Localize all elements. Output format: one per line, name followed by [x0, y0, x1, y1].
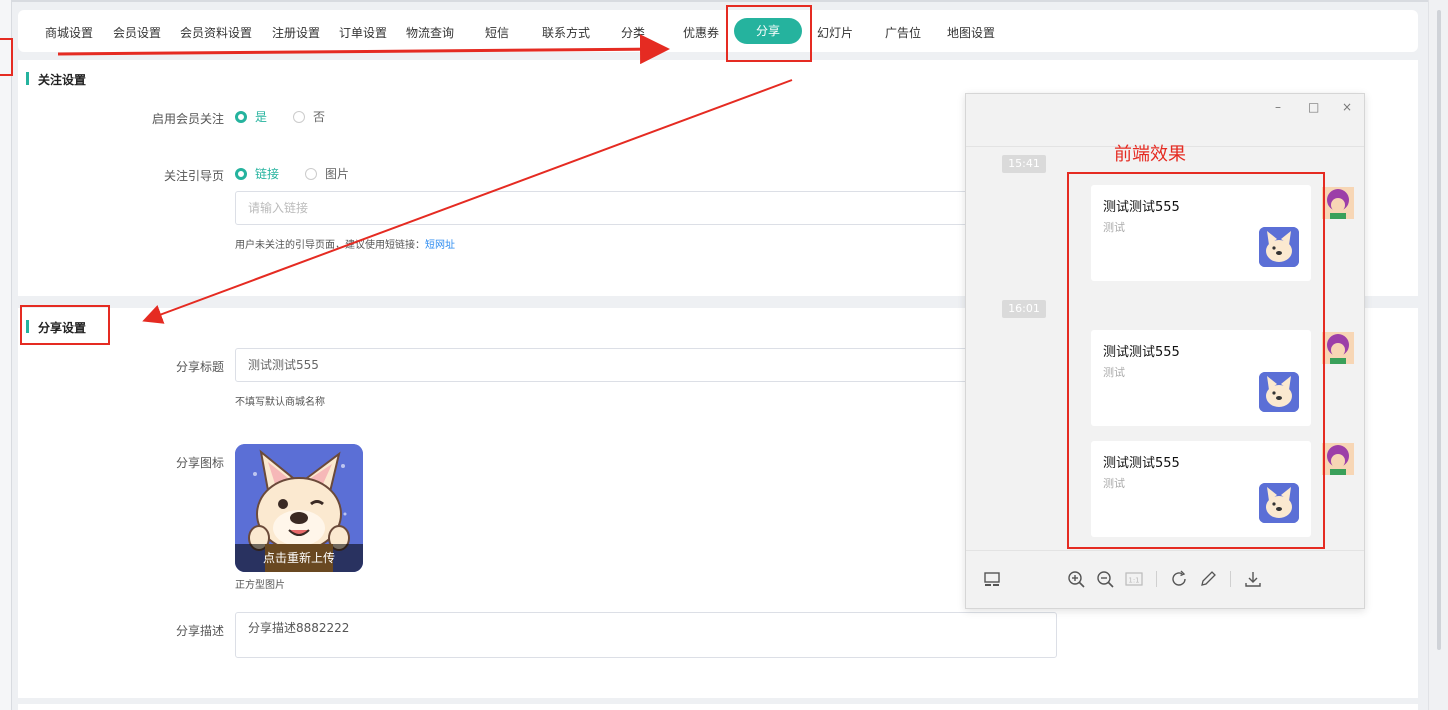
radio-dot [235, 167, 247, 180]
guide-link-hint: 用户未关注的引导页面，建议使用短链接：短网址 [235, 236, 455, 251]
download-icon[interactable] [1243, 569, 1263, 589]
tab-logistics[interactable]: 物流查询 [406, 24, 454, 41]
scrollbar-thumb[interactable] [1437, 10, 1441, 650]
share-title-hint: 不填写默认商城名称 [235, 397, 325, 408]
share-icon-hint: 正方型图片 [235, 580, 285, 591]
tab-register-settings[interactable]: 注册设置 [272, 24, 320, 41]
annotation-box-share-settings [20, 305, 110, 345]
edit-pencil-icon[interactable] [1198, 569, 1218, 589]
rotate-icon[interactable] [1169, 569, 1189, 589]
tab-member-profile-settings[interactable]: 会员资料设置 [180, 24, 252, 41]
radio-dot [305, 167, 317, 180]
share-title-label: 分享标题 [175, 360, 224, 374]
page-scrollbar[interactable] [1428, 0, 1448, 710]
close-button[interactable]: × [1342, 100, 1352, 114]
chat-timestamp: 15:41 [1002, 155, 1046, 173]
user-avatar [1322, 332, 1354, 364]
radio-label: 图片 [325, 167, 350, 181]
top-border [12, 0, 1448, 2]
enable-follow-yes-radio[interactable]: 是 [235, 108, 267, 125]
radio-label: 否 [313, 110, 326, 124]
guide-image-radio[interactable]: 图片 [305, 165, 349, 182]
tab-mall-settings[interactable]: 商城设置 [45, 24, 93, 41]
radio-label: 是 [255, 110, 268, 124]
share-icon-label: 分享图标 [175, 456, 224, 470]
next-panel [18, 704, 1418, 710]
image-viewer-window: – □ × 15:41 16:01 测试测试555 测试 测试测试555 测试 … [965, 93, 1365, 609]
tab-contact[interactable]: 联系方式 [542, 24, 590, 41]
annotation-box-share-tab [726, 5, 812, 62]
enable-follow-label: 启用会员关注 [151, 112, 224, 126]
toolbar-divider [1156, 571, 1157, 587]
share-icon-upload[interactable]: 点击重新上传 [235, 444, 363, 572]
annotation-box-preview [1067, 172, 1325, 549]
radio-dot [293, 110, 305, 123]
tab-coupon[interactable]: 优惠券 [683, 24, 719, 41]
frontend-effect-annotation: 前端效果 [1114, 144, 1186, 165]
guide-link-input[interactable]: 请输入链接 [235, 191, 995, 225]
follow-section-title: 关注设置 [26, 71, 86, 88]
viewer-titlebar[interactable]: – □ × [966, 94, 1364, 146]
tab-slideshow[interactable]: 幻灯片 [817, 24, 853, 41]
radio-label: 链接 [255, 167, 280, 181]
settings-tab-bar: 商城设置 会员设置 会员资料设置 注册设置 订单设置 物流查询 短信 联系方式 … [18, 10, 1418, 52]
tab-order-settings[interactable]: 订单设置 [339, 24, 387, 41]
toolbar-divider [1230, 571, 1231, 587]
hint-text: 用户未关注的引导页面，建议使用短链接： [235, 240, 425, 251]
tab-sms[interactable]: 短信 [485, 24, 509, 41]
zoom-in-icon[interactable] [1066, 569, 1086, 589]
guide-link-radio[interactable]: 链接 [235, 165, 279, 182]
radio-dot [235, 110, 247, 123]
thumbnail-icon[interactable] [982, 569, 1002, 589]
reupload-label[interactable]: 点击重新上传 [235, 544, 363, 572]
scale-label: 1:1 [1128, 577, 1139, 585]
left-frame [0, 0, 12, 710]
tab-ad-slot[interactable]: 广告位 [885, 24, 921, 41]
share-desc-textarea[interactable]: 分享描述8882222 [235, 612, 1057, 658]
tab-map-settings[interactable]: 地图设置 [947, 24, 995, 41]
zoom-out-icon[interactable] [1095, 569, 1115, 589]
share-desc-label: 分享描述 [175, 624, 224, 638]
viewer-toolbar: 1:1 [966, 550, 1364, 610]
maximize-button[interactable]: □ [1308, 100, 1319, 114]
user-avatar [1322, 187, 1354, 219]
annotation-box-sidebar [0, 38, 13, 76]
tab-member-settings[interactable]: 会员设置 [113, 24, 161, 41]
user-avatar [1322, 443, 1354, 475]
enable-follow-no-radio[interactable]: 否 [293, 108, 325, 125]
minimize-button[interactable]: – [1275, 100, 1281, 114]
share-title-input[interactable]: 测试测试555 [235, 348, 995, 382]
chat-timestamp: 16:01 [1002, 300, 1046, 318]
tab-category[interactable]: 分类 [621, 24, 645, 41]
short-url-link[interactable]: 短网址 [425, 240, 455, 251]
actual-size-icon[interactable]: 1:1 [1124, 569, 1144, 589]
guide-page-label: 关注引导页 [163, 169, 224, 183]
